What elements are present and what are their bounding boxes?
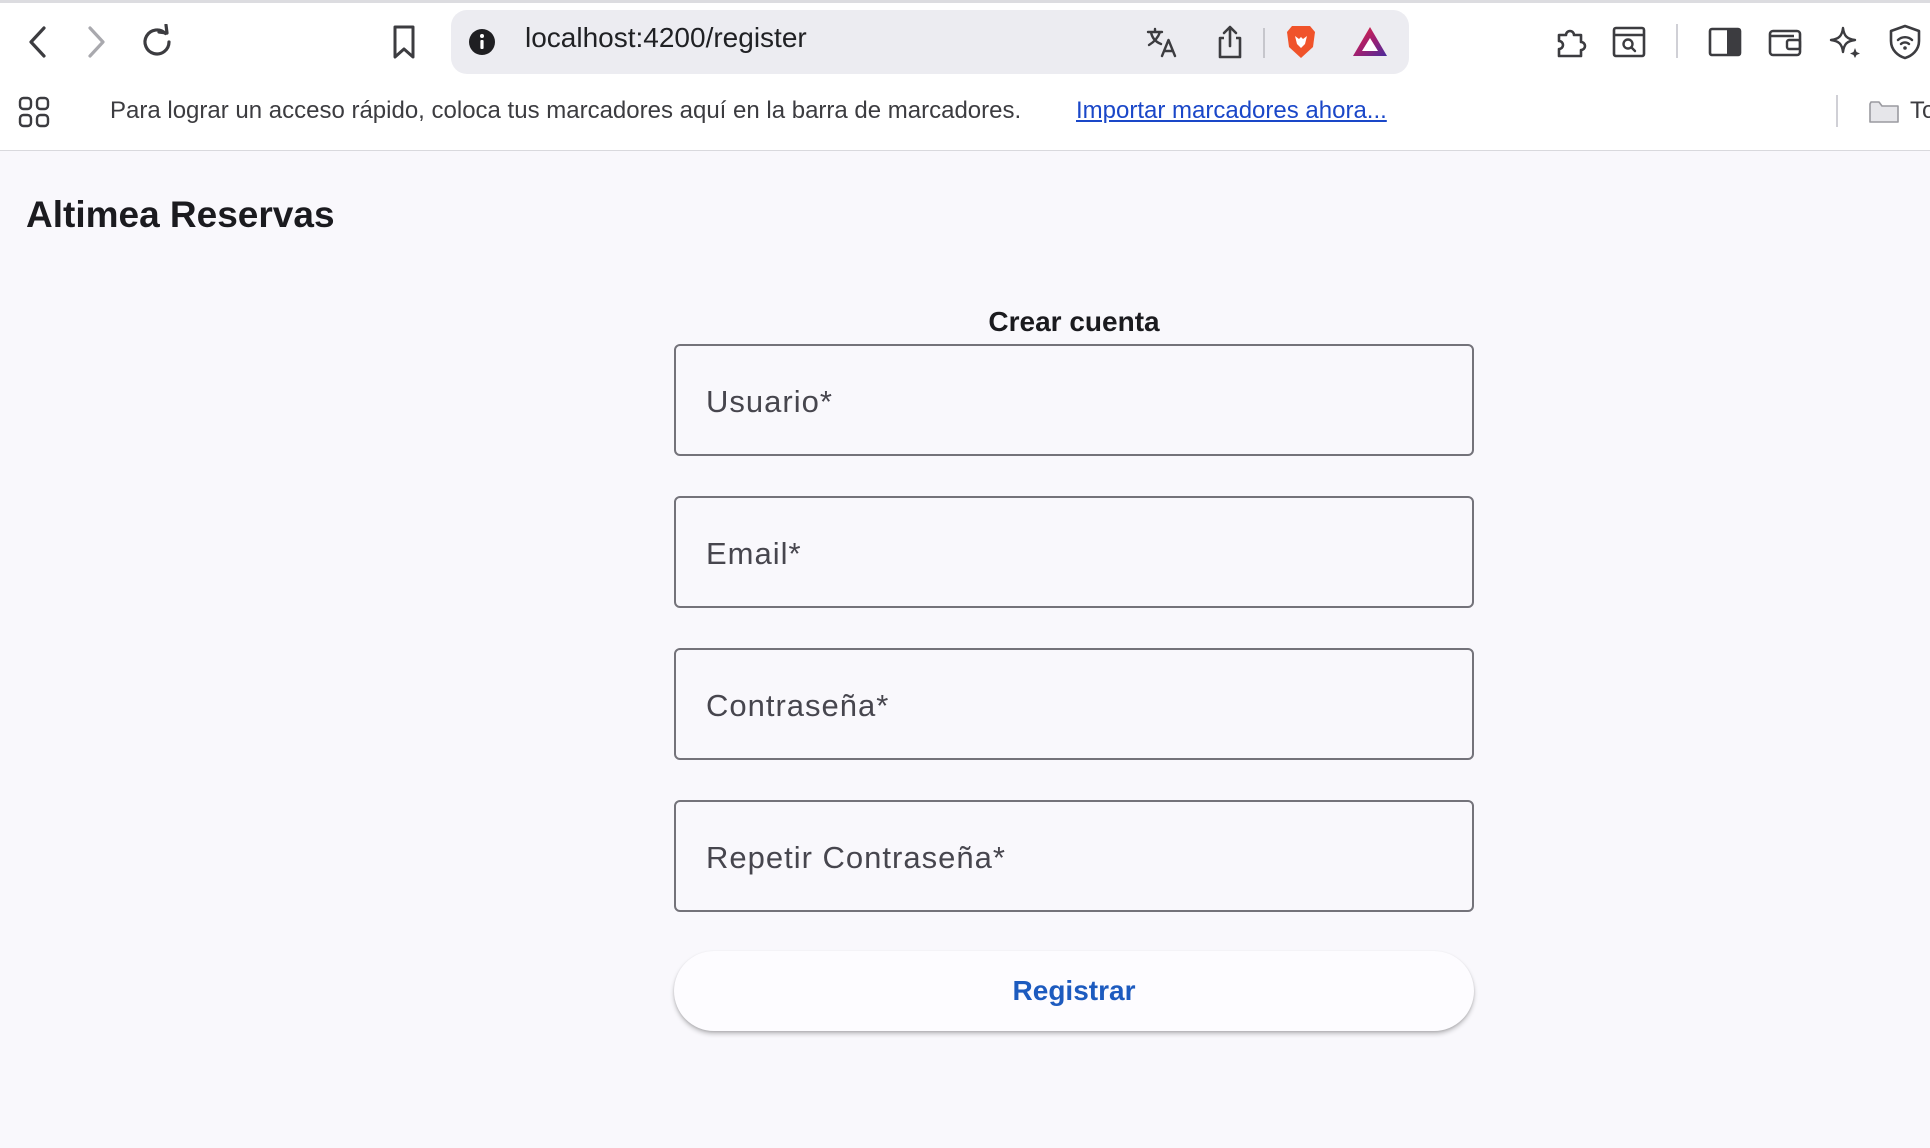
rewards-triangle-icon[interactable] bbox=[1348, 22, 1392, 62]
brave-lion-icon[interactable] bbox=[1280, 20, 1322, 64]
reload-icon[interactable] bbox=[136, 20, 178, 64]
wallet-icon[interactable] bbox=[1764, 20, 1806, 64]
password-field[interactable]: Contraseña* bbox=[674, 648, 1474, 760]
repeat-password-field-label: Repetir Contraseña* bbox=[706, 840, 1006, 875]
bookmark-icon[interactable] bbox=[384, 20, 424, 64]
email-field[interactable]: Email* bbox=[674, 496, 1474, 608]
puzzle-icon[interactable] bbox=[1550, 20, 1592, 64]
url-bar-divider bbox=[1263, 28, 1265, 58]
bookmark-folder-label[interactable]: To bbox=[1910, 97, 1930, 125]
folder-icon[interactable] bbox=[1866, 96, 1902, 128]
bookmarks-bar-divider bbox=[1836, 95, 1838, 127]
back-arrow-icon[interactable] bbox=[20, 22, 56, 62]
share-icon[interactable] bbox=[1210, 20, 1250, 64]
info-icon[interactable] bbox=[466, 26, 498, 58]
import-bookmarks-link[interactable]: Importar marcadores ahora... bbox=[1076, 97, 1387, 125]
username-field-label: Usuario* bbox=[706, 384, 833, 419]
browser-chrome: localhost:4200/register Para lograr un a… bbox=[0, 0, 1930, 151]
email-field-label: Email* bbox=[706, 536, 802, 571]
bookmarks-bar-hint: Para lograr un acceso rápido, coloca tus… bbox=[110, 97, 1022, 124]
chrome-top-border bbox=[0, 0, 1930, 3]
forward-arrow-icon[interactable] bbox=[78, 22, 114, 62]
password-field-label: Contraseña* bbox=[706, 688, 890, 723]
sparkle-icon[interactable] bbox=[1824, 20, 1866, 64]
translate-icon[interactable] bbox=[1142, 22, 1182, 62]
url-text[interactable]: localhost:4200/register bbox=[525, 22, 807, 54]
apps-grid-icon[interactable] bbox=[14, 92, 54, 132]
form-title: Crear cuenta bbox=[988, 306, 1160, 337]
app-title: Altimea Reservas bbox=[26, 194, 335, 235]
toolbar-divider bbox=[1676, 24, 1678, 58]
search-window-icon[interactable] bbox=[1608, 20, 1650, 64]
sidebar-icon[interactable] bbox=[1704, 20, 1746, 64]
repeat-password-field[interactable]: Repetir Contraseña* bbox=[674, 800, 1474, 912]
vpn-shield-icon[interactable] bbox=[1884, 20, 1926, 64]
register-button[interactable]: Registrar bbox=[674, 951, 1474, 1031]
username-field[interactable]: Usuario* bbox=[674, 344, 1474, 456]
